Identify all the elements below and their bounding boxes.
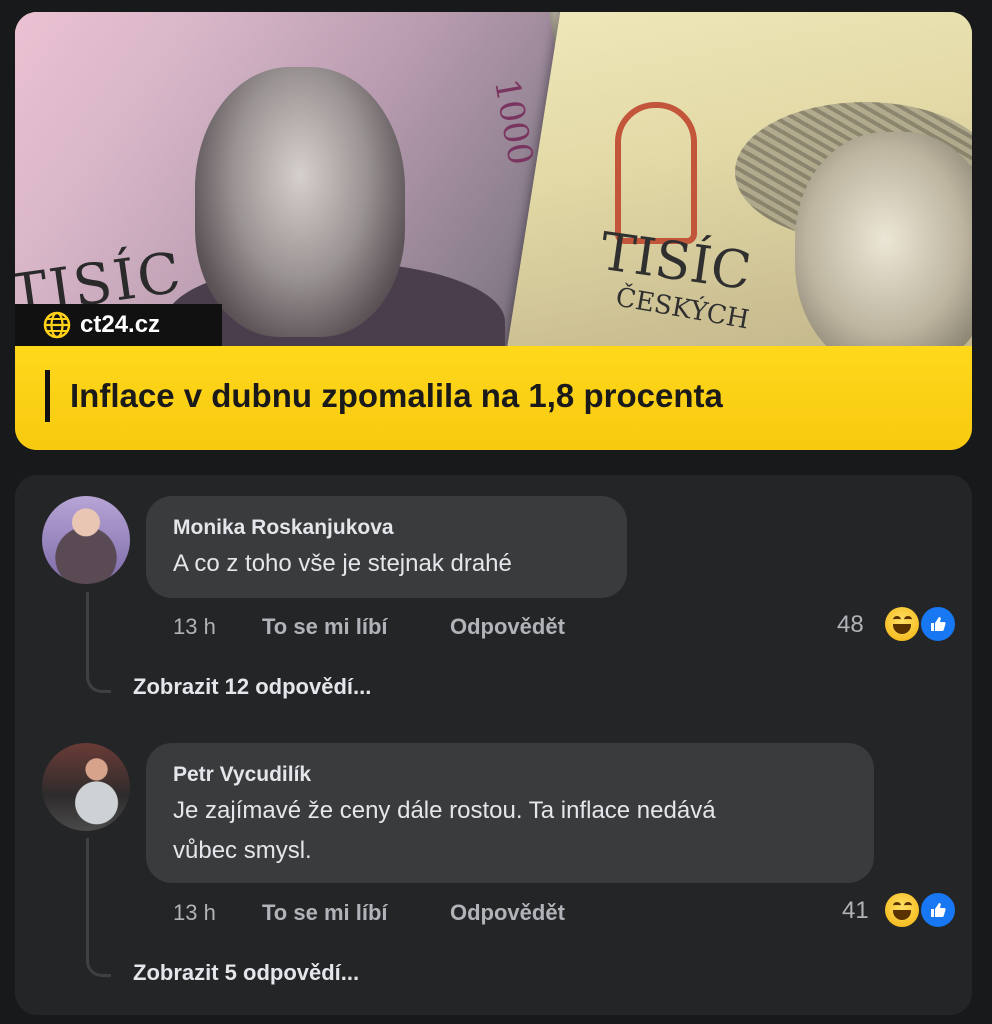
source-label: ct24.cz — [80, 311, 161, 338]
link-preview-card[interactable]: 1000 TISÍC TISÍC ČESKÝCH ct24.cz Inflace… — [15, 12, 972, 450]
reaction-count[interactable]: 48 — [837, 611, 864, 639]
comment-author[interactable]: Petr Vycudilík — [173, 763, 311, 787]
haha-icon — [885, 607, 919, 641]
reply-link[interactable]: Odpovědět — [450, 900, 565, 926]
like-link[interactable]: To se mi líbí — [262, 614, 388, 640]
haha-icon — [885, 893, 919, 927]
thread-line — [86, 838, 111, 977]
portrait-woman — [795, 132, 972, 346]
comment-author[interactable]: Monika Roskanjukova — [173, 516, 394, 540]
portrait-man — [195, 67, 405, 337]
comment-text-line-1: Je zajímavé že ceny dále rostou. Ta infl… — [173, 797, 716, 824]
comment-bubble[interactable]: Monika Roskanjukova A co z toho vše je s… — [146, 496, 627, 598]
headline-marker — [45, 370, 50, 422]
lyre-emblem — [615, 102, 697, 244]
thread-line — [86, 592, 111, 693]
comment-text-line-2: vůbec smysl. — [173, 837, 312, 864]
comment-time[interactable]: 13 h — [173, 614, 216, 640]
headline-bar[interactable]: Inflace v dubnu zpomalila na 1,8 procent… — [15, 346, 972, 450]
banknotes-photo: 1000 TISÍC TISÍC ČESKÝCH ct24.cz — [15, 12, 972, 346]
source-badge[interactable]: ct24.cz — [15, 304, 222, 346]
like-link[interactable]: To se mi líbí — [262, 900, 388, 926]
globe-icon — [43, 311, 71, 339]
reply-link[interactable]: Odpovědět — [450, 614, 565, 640]
like-icon — [919, 605, 957, 643]
comment-time[interactable]: 13 h — [173, 900, 216, 926]
view-replies-link[interactable]: Zobrazit 12 odpovědí... — [133, 674, 371, 700]
avatar[interactable] — [42, 743, 130, 831]
view-replies-link[interactable]: Zobrazit 5 odpovědí... — [133, 960, 359, 986]
headline: Inflace v dubnu zpomalila na 1,8 procent… — [70, 377, 723, 414]
like-icon — [919, 891, 957, 929]
reaction-count[interactable]: 41 — [842, 897, 869, 925]
comment-text: A co z toho vše je stejnak drahé — [173, 550, 512, 577]
avatar[interactable] — [42, 496, 130, 584]
comment-bubble[interactable]: Petr Vycudilík Je zajímavé že ceny dále … — [146, 743, 874, 883]
